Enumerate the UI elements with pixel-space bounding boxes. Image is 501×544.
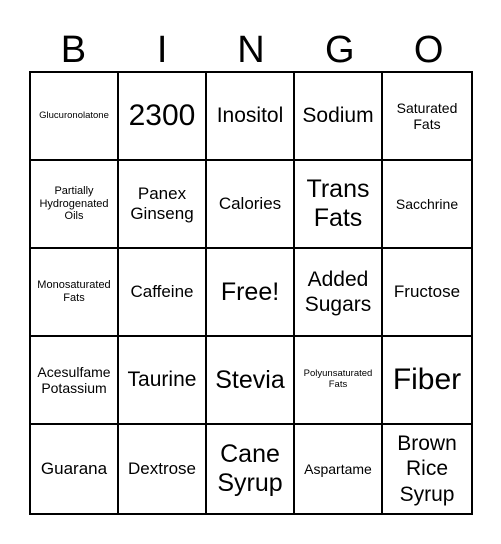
bingo-cell[interactable]: Saturated Fats (383, 73, 471, 161)
bingo-cell[interactable]: Partially Hydrogenated Oils (31, 161, 119, 249)
bingo-cell[interactable]: Caffeine (119, 249, 207, 337)
bingo-cell[interactable]: Sodium (295, 73, 383, 161)
bingo-cell[interactable]: Cane Syrup (207, 425, 295, 513)
header-letter-i: I (156, 29, 168, 71)
bingo-cell[interactable]: Fiber (383, 337, 471, 425)
bingo-cell[interactable]: Aspartame (295, 425, 383, 513)
bingo-header: B I N G O (29, 28, 473, 72)
bingo-cell[interactable]: Panex Ginseng (119, 161, 207, 249)
bingo-cell[interactable]: Fructose (383, 249, 471, 337)
bingo-cell[interactable]: Polyunsaturated Fats (295, 337, 383, 425)
bingo-cell[interactable]: Added Sugars (295, 249, 383, 337)
bingo-cell[interactable]: Glucuronolatone (31, 73, 119, 161)
bingo-cell[interactable]: Monosaturated Fats (31, 249, 119, 337)
bingo-card-grid: Glucuronolatone 2300 Inositol Sodium Sat… (29, 71, 473, 515)
bingo-cell[interactable]: Guarana (31, 425, 119, 513)
bingo-cell[interactable]: Trans Fats (295, 161, 383, 249)
bingo-cell[interactable]: Stevia (207, 337, 295, 425)
header-letter-n: N (237, 29, 265, 71)
header-letter-o: O (413, 29, 444, 71)
bingo-cell[interactable]: 2300 (119, 73, 207, 161)
bingo-free-space[interactable]: Free! (207, 249, 295, 337)
bingo-cell[interactable]: Inositol (207, 73, 295, 161)
bingo-cell[interactable]: Brown Rice Syrup (383, 425, 471, 513)
bingo-cell[interactable]: Calories (207, 161, 295, 249)
bingo-cell[interactable]: Taurine (119, 337, 207, 425)
header-letter-b: B (60, 29, 87, 71)
header-letter-g: G (325, 29, 355, 71)
bingo-cell[interactable]: Sacchrine (383, 161, 471, 249)
bingo-cell[interactable]: Acesulfame Potassium (31, 337, 119, 425)
bingo-cell[interactable]: Dextrose (119, 425, 207, 513)
